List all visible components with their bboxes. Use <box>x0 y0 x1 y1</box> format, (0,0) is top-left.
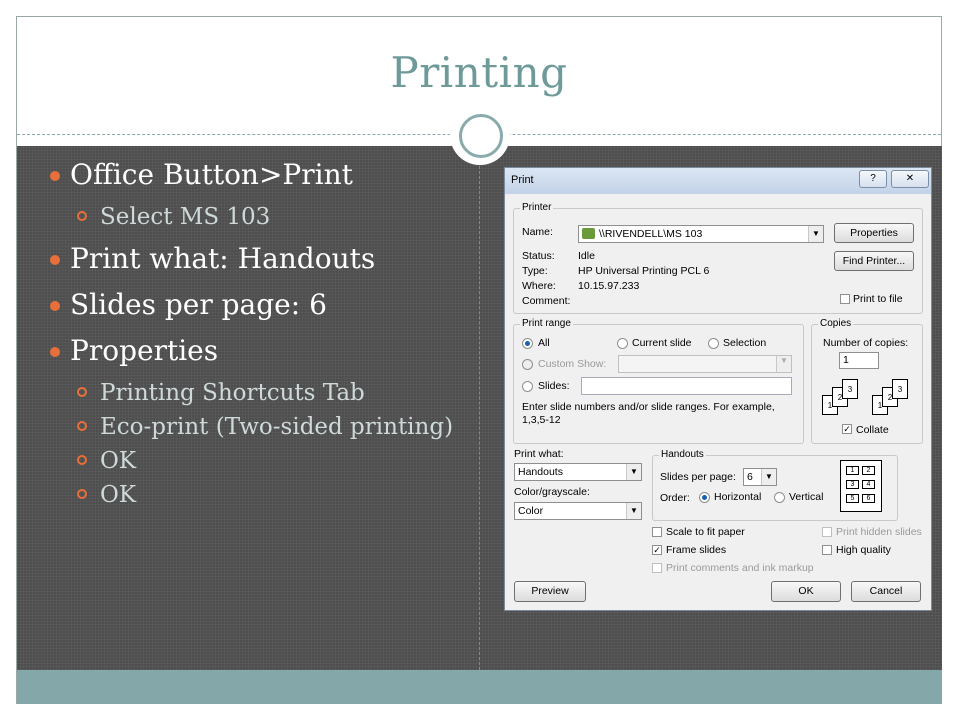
slide-title: Printing <box>390 48 568 97</box>
range-custom-label: Custom Show: <box>538 358 607 370</box>
order-vertical-label: Vertical <box>789 491 824 503</box>
chevron-down-icon: ▼ <box>626 464 641 480</box>
range-slides-label: Slides: <box>538 380 570 392</box>
sub-bullet-item: Printing Shortcuts Tab <box>48 378 468 408</box>
copies-number-label: Number of copies: <box>823 337 909 349</box>
help-button[interactable]: ? <box>859 170 887 188</box>
layout-cell: 5 <box>846 494 859 503</box>
frame-slides-checkbox[interactable]: ✓ <box>652 545 662 555</box>
range-slides-radio[interactable] <box>522 381 533 392</box>
range-all-radio[interactable] <box>522 338 533 349</box>
slides-per-page-select[interactable]: 6 ▼ <box>743 468 777 486</box>
print-comments-label: Print comments and ink markup <box>666 562 814 574</box>
print-to-file-checkbox[interactable] <box>840 294 850 304</box>
range-custom-radio[interactable] <box>522 359 533 370</box>
type-value: HP Universal Printing PCL 6 <box>578 265 710 277</box>
where-label: Where: <box>522 280 556 292</box>
bullet-item: Office Button>Print <box>48 152 468 198</box>
range-selection-label: Selection <box>723 337 767 349</box>
handout-layout-preview: 1 2 3 4 5 6 <box>840 460 882 512</box>
find-printer-button[interactable]: Find Printer... <box>834 251 914 271</box>
dialog-title: Print <box>511 174 534 186</box>
scale-to-fit-label: Scale to fit paper <box>666 526 745 538</box>
order-vertical-radio[interactable] <box>774 492 785 503</box>
printer-group-label: Printer <box>520 202 554 213</box>
sub-bullet-item: Select MS 103 <box>48 202 468 232</box>
ring-bullet-icon <box>77 489 87 499</box>
printer-icon <box>582 228 595 239</box>
high-quality-label: High quality <box>836 544 891 556</box>
ring-bullet-icon <box>77 421 87 431</box>
collate-page: 3 <box>892 379 908 399</box>
layout-cell: 3 <box>846 480 859 489</box>
print-comments-checkbox[interactable] <box>652 563 662 573</box>
print-hidden-label: Print hidden slides <box>836 526 922 538</box>
layout-cell: 6 <box>862 494 875 503</box>
type-label: Type: <box>522 265 548 277</box>
collate-label: Collate <box>856 424 889 436</box>
chevron-down-icon: ▼ <box>761 469 776 485</box>
high-quality-checkbox[interactable] <box>822 545 832 555</box>
range-selection-radio[interactable] <box>708 338 719 349</box>
layout-cell: 2 <box>862 466 875 475</box>
range-current-radio[interactable] <box>617 338 628 349</box>
ring-bullet-icon <box>77 387 87 397</box>
printer-name-label: Name: <box>522 226 553 238</box>
footer-bar <box>17 670 942 704</box>
range-all-label: All <box>538 337 550 349</box>
order-horizontal-label: Horizontal <box>714 491 762 503</box>
print-to-file-label: Print to file <box>853 293 903 305</box>
panel-divider <box>479 146 480 670</box>
scale-to-fit-checkbox[interactable] <box>652 527 662 537</box>
sub-bullet-item: OK <box>48 446 468 476</box>
printer-name-select[interactable]: \\RIVENDELL\MS 103 ▼ <box>578 225 824 243</box>
cancel-button[interactable]: Cancel <box>851 581 921 602</box>
ok-button[interactable]: OK <box>771 581 841 602</box>
order-horizontal-radio[interactable] <box>699 492 710 503</box>
print-what-label: Print what: <box>514 448 564 460</box>
range-hint: Enter slide numbers and/or slide ranges.… <box>522 401 775 426</box>
order-label: Order: <box>660 492 690 504</box>
print-what-select[interactable]: Handouts ▼ <box>514 463 642 481</box>
layout-cell: 1 <box>846 466 859 475</box>
color-select[interactable]: Color ▼ <box>514 502 642 520</box>
sub-bullet-item: Eco-print (Two-sided printing) <box>48 412 468 442</box>
collate-checkbox[interactable]: ✓ <box>842 424 852 434</box>
chevron-down-icon: ▼ <box>808 226 823 242</box>
status-value: Idle <box>578 250 595 262</box>
bullet-list: Office Button>Print Select MS 103 Print … <box>48 152 468 514</box>
bullet-item: Print what: Handouts <box>48 236 468 282</box>
collate-page: 3 <box>842 379 858 399</box>
print-hidden-checkbox[interactable] <box>822 527 832 537</box>
close-button[interactable]: ✕ <box>891 170 929 188</box>
handouts-label: Handouts <box>659 449 706 460</box>
color-label: Color/grayscale: <box>514 486 590 498</box>
comment-label: Comment: <box>522 295 571 307</box>
slides-input[interactable] <box>581 377 792 395</box>
ring-bullet-icon <box>77 211 87 221</box>
bullet-item: Slides per page: 6 <box>48 282 468 328</box>
chevron-down-icon: ▼ <box>776 356 791 372</box>
custom-show-select[interactable]: ▼ <box>618 355 792 373</box>
print-dialog: Print ? ✕ Printer Name: \\RIVENDELL\MS 1… <box>504 167 932 611</box>
slides-per-page-label: Slides per page: <box>660 471 736 483</box>
layout-cell: 4 <box>862 480 875 489</box>
where-value: 10.15.97.233 <box>578 280 640 292</box>
status-label: Status: <box>522 250 555 262</box>
print-range-label: Print range <box>520 318 573 329</box>
properties-button[interactable]: Properties <box>834 223 914 243</box>
frame-slides-label: Frame slides <box>666 544 727 556</box>
copies-number-input[interactable]: 1 <box>839 352 879 369</box>
chevron-down-icon: ▼ <box>626 503 641 519</box>
ring-bullet-icon <box>77 455 87 465</box>
bullet-item: Properties <box>48 328 468 374</box>
range-current-label: Current slide <box>632 337 692 349</box>
preview-button[interactable]: Preview <box>514 581 586 602</box>
copies-label: Copies <box>818 318 854 329</box>
sub-bullet-item: OK <box>48 480 468 510</box>
